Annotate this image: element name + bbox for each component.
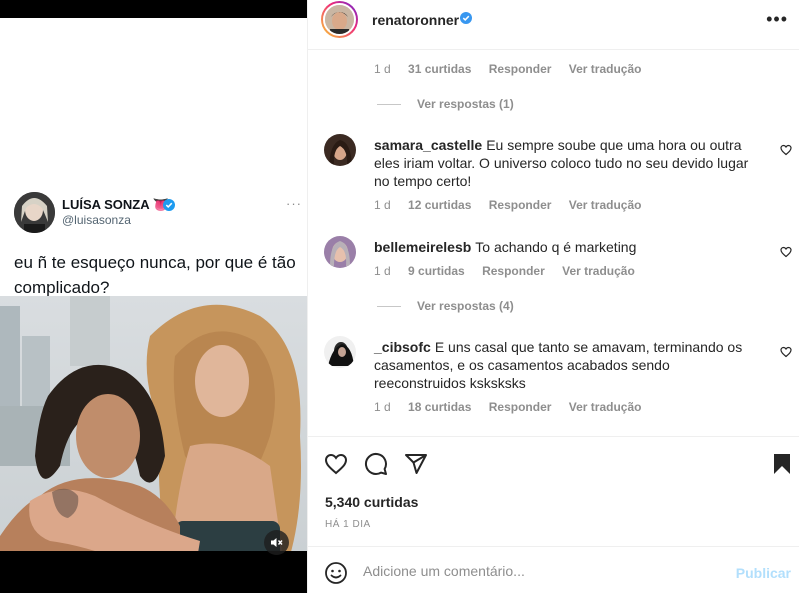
- media-letterbox-top: [0, 0, 307, 18]
- save-bookmark-icon[interactable]: [770, 452, 794, 476]
- comment-username[interactable]: _cibsofc: [374, 339, 431, 355]
- comment-meta: 1 d 18 curtidas Responder Ver tradução: [374, 400, 655, 414]
- comment-text: bellemeirelesb To achando q é marketing: [374, 238, 759, 256]
- reply-button[interactable]: Responder: [489, 198, 552, 212]
- view-replies-label: Ver respostas (4): [417, 299, 514, 313]
- reply-button[interactable]: Responder: [489, 62, 552, 76]
- view-replies-button[interactable]: Ver respostas (4): [377, 299, 514, 313]
- translate-button[interactable]: Ver tradução: [569, 62, 642, 76]
- comment-likes[interactable]: 31 curtidas: [408, 62, 471, 76]
- share-send-icon[interactable]: [404, 452, 428, 476]
- comment-meta: 1 d 12 curtidas Responder Ver tradução: [374, 198, 655, 212]
- comment-meta: 1 d 9 curtidas Responder Ver tradução: [374, 264, 649, 278]
- comment-time: 1 d: [374, 400, 391, 414]
- add-comment-bar: Publicar: [308, 546, 799, 593]
- reply-button[interactable]: Responder: [489, 400, 552, 414]
- post-header: renatoronner •••: [308, 0, 799, 50]
- translate-button[interactable]: Ver tradução: [569, 198, 642, 212]
- tweet-avatar: [14, 192, 55, 233]
- tweet-author-handle: @luisasonza: [62, 213, 131, 227]
- comment-text: _cibsofc E uns casal que tanto se amavam,…: [374, 338, 759, 392]
- tweet-text: eu ñ te esqueço nunca, por que é tão com…: [14, 253, 296, 297]
- tweet-more-icon: ···: [286, 196, 302, 211]
- comment-likes[interactable]: 18 curtidas: [408, 400, 471, 414]
- post-date: HÁ 1 DIA: [325, 519, 371, 530]
- instagram-post-modal: LUÍSA SONZA 👅 @luisasonza ··· eu ñ te es…: [0, 0, 799, 593]
- commenter-avatar[interactable]: [324, 134, 356, 166]
- speaker-muted-icon: [271, 538, 283, 547]
- media-letterbox-bottom: [0, 571, 307, 593]
- reply-button[interactable]: Responder: [482, 264, 545, 278]
- replies-divider: [377, 306, 401, 308]
- post-photo: [0, 296, 307, 571]
- commenter-avatar[interactable]: [324, 236, 356, 268]
- author-username[interactable]: renatoronner: [372, 12, 459, 28]
- comment-text: samara_castelle Eu sempre soube que uma h…: [374, 136, 759, 190]
- comment-time: 1 d: [374, 198, 391, 212]
- like-comment-heart-icon[interactable]: [780, 144, 792, 156]
- comment-time: 1 d: [374, 62, 391, 76]
- like-comment-heart-icon[interactable]: [780, 246, 792, 258]
- comment-time: 1 d: [374, 264, 391, 278]
- comment-input[interactable]: [363, 563, 723, 579]
- tweet-header: LUÍSA SONZA 👅 @luisasonza ···: [14, 192, 304, 236]
- replies-divider: [377, 104, 401, 106]
- comment-username[interactable]: samara_castelle: [374, 137, 482, 153]
- commenter-avatar[interactable]: [324, 336, 356, 368]
- tweet-author-name: LUÍSA SONZA 👅: [62, 197, 169, 212]
- verified-badge-icon: [460, 12, 472, 24]
- author-avatar[interactable]: [321, 1, 358, 38]
- tweet-verified-icon: [163, 199, 175, 211]
- mute-button[interactable]: [264, 530, 289, 555]
- comment-likes[interactable]: 12 curtidas: [408, 198, 471, 212]
- like-comment-heart-icon[interactable]: [780, 346, 792, 358]
- translate-button[interactable]: Ver tradução: [569, 400, 642, 414]
- translate-button[interactable]: Ver tradução: [562, 264, 635, 278]
- comment-likes[interactable]: 9 curtidas: [408, 264, 465, 278]
- likes-count[interactable]: 5,340 curtidas: [325, 494, 418, 510]
- post-details-panel: renatoronner ••• 1 d 31 curtidas Respond…: [307, 0, 799, 593]
- post-media[interactable]: LUÍSA SONZA 👅 @luisasonza ··· eu ñ te es…: [0, 0, 307, 593]
- like-heart-icon[interactable]: [324, 452, 348, 476]
- post-actions: 5,340 curtidas HÁ 1 DIA: [308, 436, 799, 546]
- more-options-icon[interactable]: •••: [766, 9, 788, 30]
- comment-username[interactable]: bellemeirelesb: [374, 239, 471, 255]
- comment-bubble-icon[interactable]: [364, 452, 388, 476]
- comments-list[interactable]: 1 d 31 curtidas Responder Ver tradução V…: [308, 51, 799, 435]
- view-replies-button[interactable]: Ver respostas (1): [377, 97, 514, 111]
- publish-button[interactable]: Publicar: [736, 565, 791, 581]
- comment-body: To achando q é marketing: [475, 239, 637, 255]
- comment-meta: 1 d 31 curtidas Responder Ver tradução: [374, 62, 655, 76]
- view-replies-label: Ver respostas (1): [417, 97, 514, 111]
- emoji-smiley-icon[interactable]: [324, 561, 348, 585]
